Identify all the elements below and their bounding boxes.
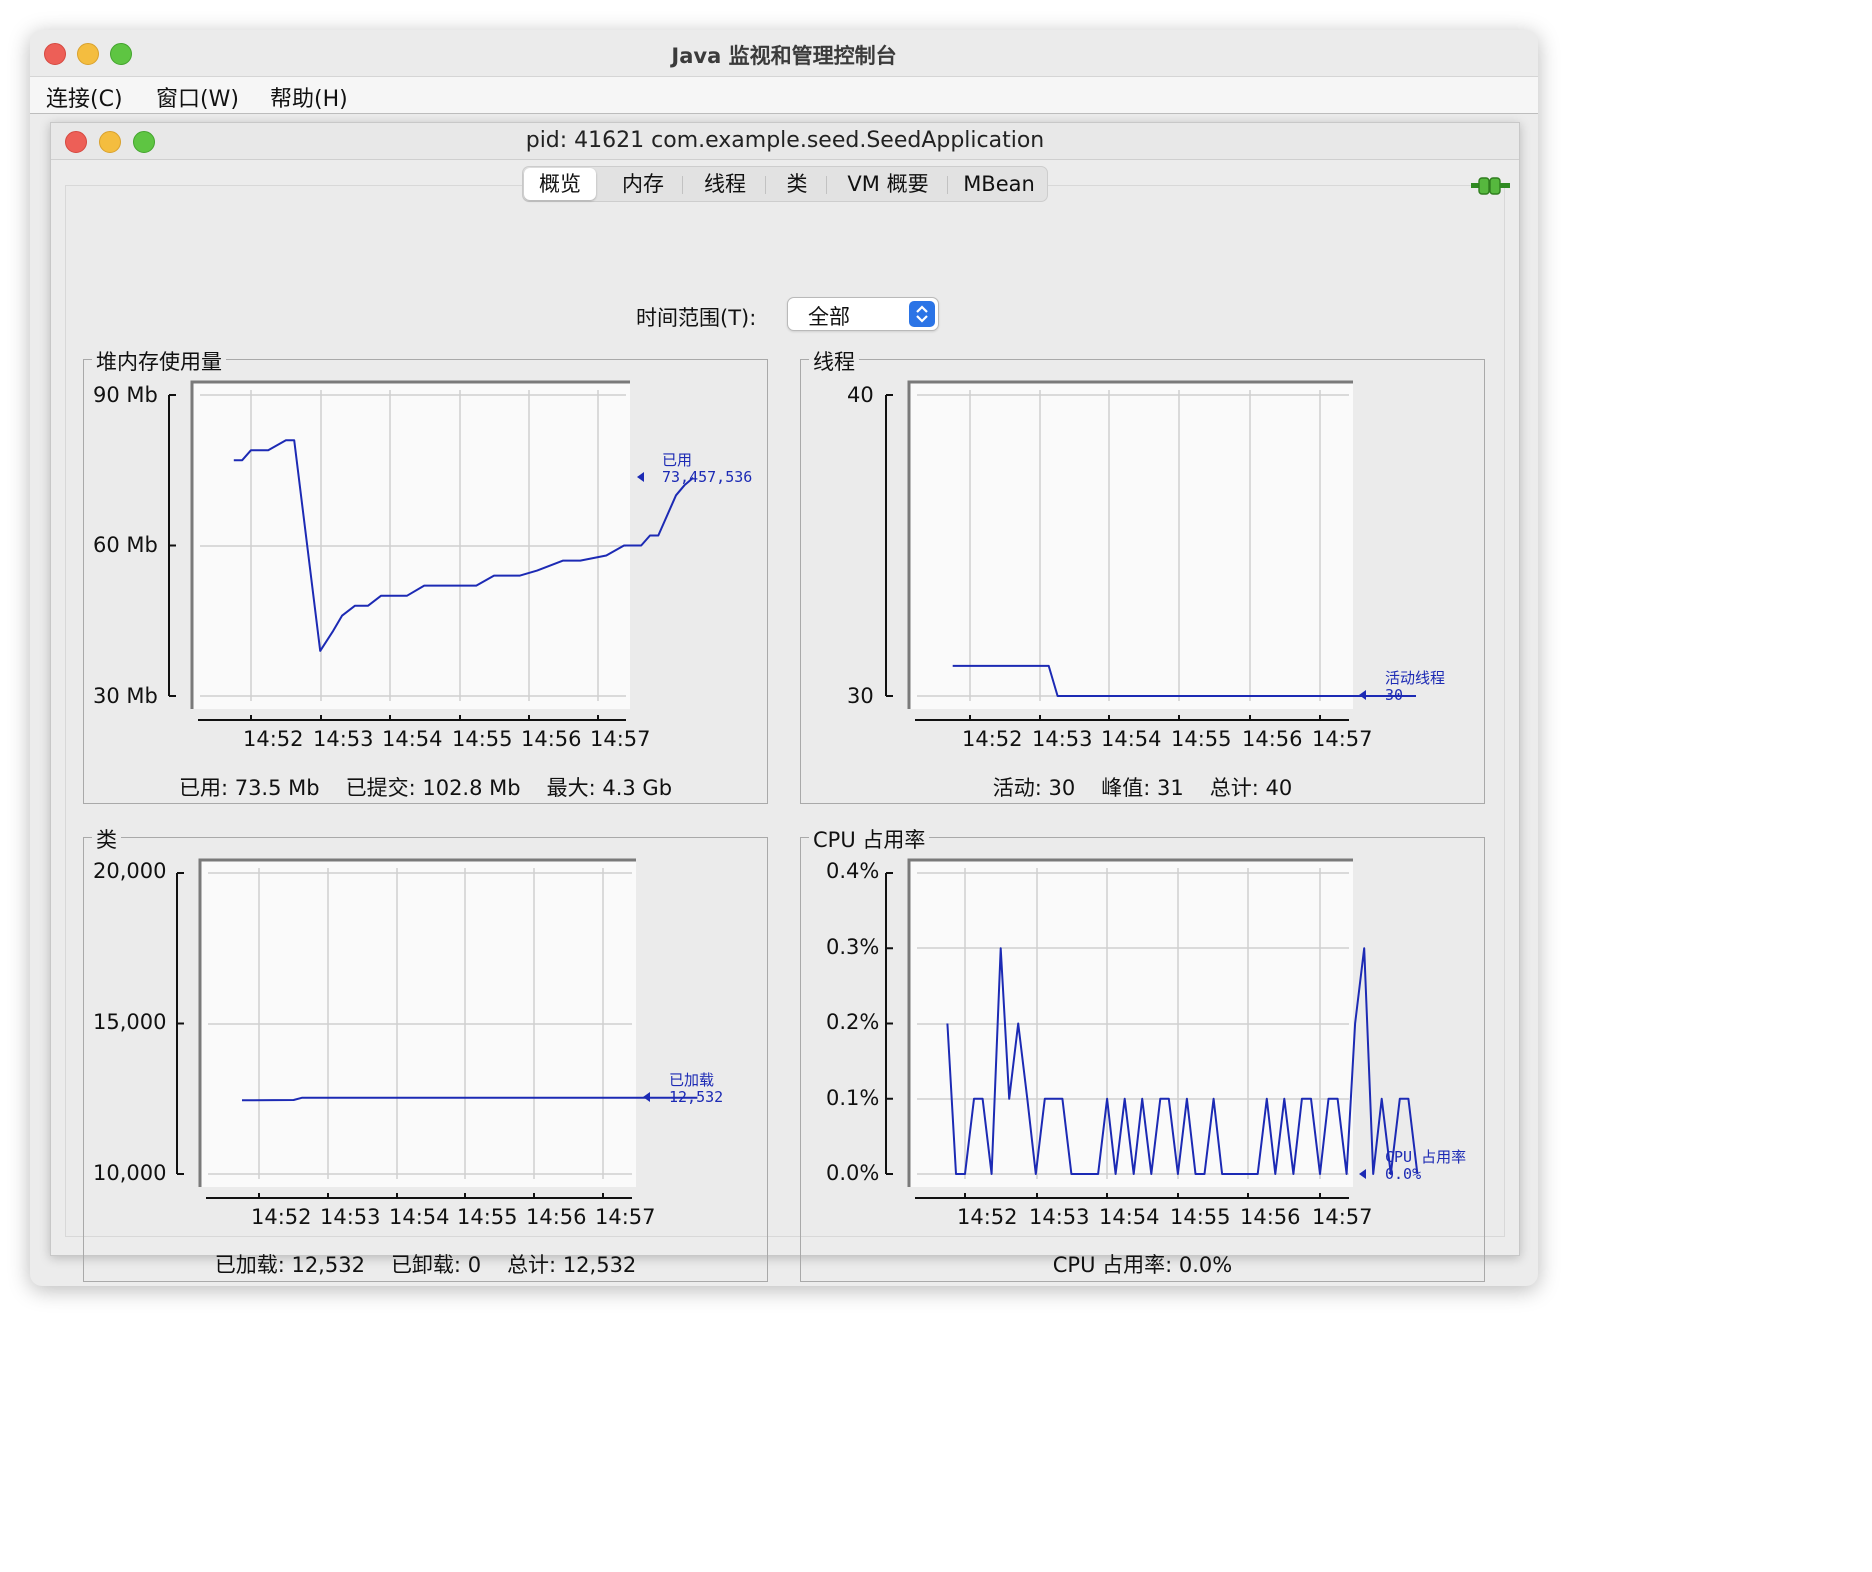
classes-loaded-stat: 已加载: 12,532 <box>214 1253 365 1277</box>
x-tick-label: 14:56 <box>1242 727 1303 751</box>
process-title: pid: 41621 com.example.seed.SeedApplicat… <box>525 128 1045 153</box>
x-tick-label: 14:57 <box>595 1205 656 1229</box>
x-tick-label: 14:53 <box>313 727 374 751</box>
threads-peak-stat: 峰值: 31 <box>1101 776 1184 800</box>
heap-max-stat: 最大: 4.3 Gb <box>546 776 673 800</box>
cpu-legend: CPU 占用率 0.0% <box>1385 1149 1466 1183</box>
x-tick-label: 14:55 <box>1170 1205 1231 1229</box>
cpu-usage-stat: CPU 占用率: 0.0% <box>1052 1253 1233 1277</box>
x-tick-label: 14:55 <box>1171 727 1232 751</box>
classes-unloaded-stat: 已卸载: 0 <box>390 1253 482 1277</box>
legend-series-value: 0.0% <box>1385 1165 1422 1183</box>
legend-marker-icon <box>1359 690 1366 700</box>
threads-panel: 线程 40 30 14:52 14:53 14:54 14:55 14:56 1… <box>800 346 1485 804</box>
series-line <box>952 664 1416 697</box>
legend-series-value: 30 <box>1385 686 1404 704</box>
tab-bar: 概览 内存 线程 类 VM 概要 MBean <box>522 166 1048 202</box>
menu-connection[interactable]: 连接(C) <box>46 81 123 113</box>
legend-series-name: 已加载 <box>669 1071 715 1089</box>
plot-frame <box>907 380 1353 709</box>
time-range-select[interactable]: 全部 <box>787 297 939 331</box>
tab-mbean[interactable]: MBean <box>954 167 1044 201</box>
x-tick-label: 14:54 <box>1099 1205 1160 1229</box>
x-tick-label: 14:52 <box>243 727 304 751</box>
legend-series-value: 73,457,536 <box>662 468 753 486</box>
tab-vm-summary[interactable]: VM 概要 <box>833 167 943 201</box>
threads-total-stat: 总计: 40 <box>1209 776 1293 800</box>
x-tick-label: 14:55 <box>452 727 513 751</box>
x-tick-label: 14:53 <box>320 1205 381 1229</box>
main-window: Java 监视和管理控制台 连接(C) 窗口(W) 帮助(H) pid: 416… <box>30 30 1538 1286</box>
window-title: Java 监视和管理控制台 <box>671 44 897 68</box>
heap-stats: 已用: 73.5 Mb 已提交: 102.8 Mb 最大: 4.3 Gb <box>84 772 767 802</box>
x-tick-label: 14:56 <box>521 727 582 751</box>
select-arrows-icon <box>909 301 935 327</box>
x-tick-label: 14:54 <box>382 727 443 751</box>
heap-committed-stat: 已提交: 102.8 Mb <box>345 776 521 800</box>
time-range-label: 时间范围(T): <box>636 306 757 330</box>
process-internal-frame: pid: 41621 com.example.seed.SeedApplicat… <box>50 122 1520 1282</box>
x-tick-label: 14:54 <box>1101 727 1162 751</box>
legend-marker-icon <box>637 472 644 482</box>
tab-divider <box>765 176 766 194</box>
x-tick-label: 14:52 <box>957 1205 1018 1229</box>
window-titlebar[interactable]: Java 监视和管理控制台 <box>30 30 1538 77</box>
classes-stats: 已加载: 12,532 已卸载: 0 总计: 12,532 <box>84 1249 767 1279</box>
tab-threads[interactable]: 线程 <box>689 167 761 201</box>
x-tick-label: 14:56 <box>1240 1205 1301 1229</box>
classes-total-stat: 总计: 12,532 <box>507 1253 637 1277</box>
heap-legend: 已用 73,457,536 <box>662 452 752 486</box>
series-line <box>241 1096 698 1102</box>
tab-classes[interactable]: 类 <box>772 167 822 201</box>
heap-used-stat: 已用: 73.5 Mb <box>178 776 320 800</box>
tab-overview[interactable]: 概览 <box>524 168 596 200</box>
threads-legend: 活动线程 30 <box>1385 670 1445 704</box>
x-tick-label: 14:52 <box>251 1205 312 1229</box>
menu-help[interactable]: 帮助(H) <box>270 81 348 113</box>
x-tick-label: 14:57 <box>590 727 651 751</box>
tab-memory[interactable]: 内存 <box>608 167 678 201</box>
tab-divider <box>826 176 827 194</box>
heap-memory-panel: 堆内存使用量 90 Mb 60 Mb 30 Mb 14:52 14:53 14:… <box>83 346 768 804</box>
x-tick-label: 14:54 <box>389 1205 450 1229</box>
tab-divider <box>947 176 948 194</box>
x-tick-label: 14:57 <box>1312 727 1373 751</box>
threads-stats: 活动: 30 峰值: 31 总计: 40 <box>801 772 1484 802</box>
x-tick-label: 14:53 <box>1029 1205 1090 1229</box>
threads-live-stat: 活动: 30 <box>992 776 1076 800</box>
series-line <box>946 947 1419 1175</box>
x-tick-label: 14:57 <box>1312 1205 1373 1229</box>
x-tick-label: 14:53 <box>1032 727 1093 751</box>
classes-legend: 已加载 12,532 <box>669 1072 723 1106</box>
legend-series-value: 12,532 <box>669 1088 724 1106</box>
tab-divider <box>682 176 683 194</box>
legend-marker-icon <box>643 1092 650 1102</box>
process-frame-titlebar[interactable]: pid: 41621 com.example.seed.SeedApplicat… <box>51 123 1519 160</box>
time-range-value: 全部 <box>808 305 850 329</box>
legend-series-name: CPU 占用率 <box>1385 1148 1467 1166</box>
legend-series-name: 已用 <box>662 451 693 469</box>
menu-window[interactable]: 窗口(W) <box>156 81 239 113</box>
x-tick-label: 14:52 <box>962 727 1023 751</box>
cpu-stats: CPU 占用率: 0.0% <box>801 1249 1484 1279</box>
connected-plug-icon[interactable] <box>1471 175 1511 197</box>
legend-series-name: 活动线程 <box>1385 669 1446 687</box>
cpu-usage-panel: CPU 占用率 0.4% 0.3% 0.2% 0.1% 0.0% 14:52 1… <box>800 824 1485 1282</box>
legend-marker-icon <box>1359 1169 1366 1179</box>
x-tick-label: 14:55 <box>457 1205 518 1229</box>
overview-content: 时间范围(T): 全部 堆内存使用量 90 Mb 60 Mb 30 Mb 14:… <box>65 185 1505 1282</box>
menu-bar: 连接(C) 窗口(W) 帮助(H) <box>30 77 1538 114</box>
classes-panel: 类 20,000 15,000 10,000 14:52 14:53 14:54… <box>83 824 768 1282</box>
x-tick-label: 14:56 <box>526 1205 587 1229</box>
